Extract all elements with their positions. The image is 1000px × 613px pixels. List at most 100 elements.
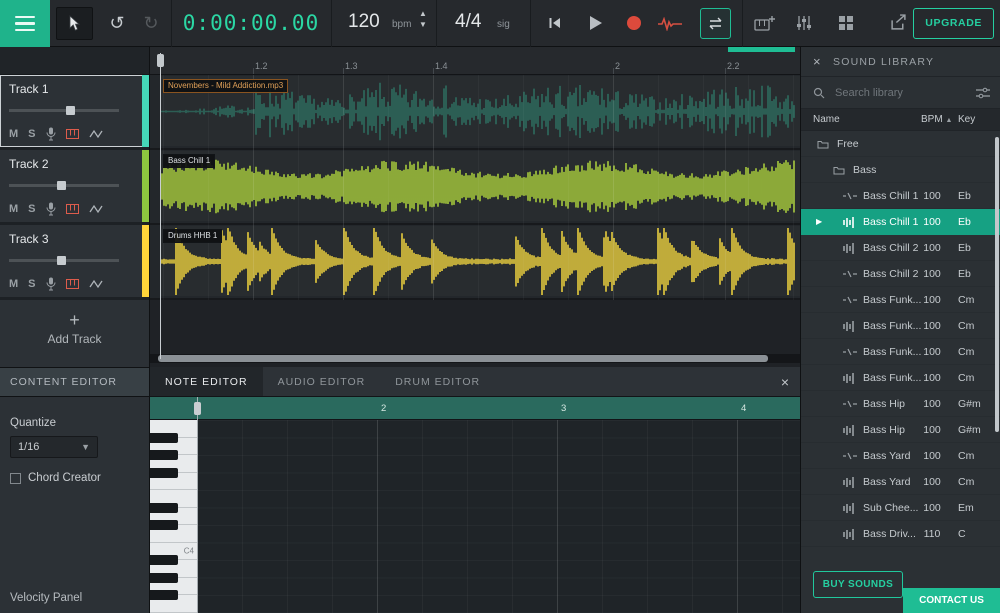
mic-icon[interactable]: [46, 277, 56, 291]
mute-button[interactable]: M: [9, 278, 18, 290]
library-row[interactable]: Bass Hip100G#m: [801, 391, 1000, 417]
automation-icon[interactable]: [89, 279, 103, 289]
library-row[interactable]: Bass Funk...100Cm: [801, 287, 1000, 313]
track-color-strip[interactable]: [142, 150, 149, 222]
library-row[interactable]: Bass Chill 1100Eb: [801, 183, 1000, 209]
piano-key-black[interactable]: [150, 503, 178, 513]
piano-key-black[interactable]: [150, 468, 178, 478]
volume-slider-thumb[interactable]: [66, 106, 75, 115]
tab-audio-editor[interactable]: AUDIO EDITOR: [263, 367, 381, 396]
track-header-1[interactable]: Track 1 M S: [0, 75, 149, 150]
instrument-icon[interactable]: [66, 279, 79, 289]
pads-button[interactable]: [838, 15, 854, 31]
search-input[interactable]: [835, 83, 957, 103]
chord-creator-checkbox[interactable]: Chord Creator: [10, 472, 139, 484]
library-row[interactable]: Bass Chill 2100Eb: [801, 261, 1000, 287]
track-lane[interactable]: Bass Chill 1: [150, 150, 800, 225]
automation-icon[interactable]: [89, 129, 103, 139]
editor-ruler[interactable]: 234: [150, 397, 800, 420]
instrument-icon[interactable]: [66, 204, 79, 214]
library-row[interactable]: Bass Funk...100Cm: [801, 313, 1000, 339]
tab-note-editor[interactable]: NOTE EDITOR: [150, 367, 263, 396]
bpm-decrement-button[interactable]: ▼: [419, 21, 427, 29]
velocity-panel-label[interactable]: Velocity Panel: [10, 592, 82, 604]
upgrade-button[interactable]: UPGRADE: [913, 8, 994, 39]
buy-sounds-button[interactable]: BUY SOUNDS: [813, 571, 903, 598]
track-header-3[interactable]: Track 3 M S: [0, 225, 149, 300]
audio-clip[interactable]: Bass Chill 1: [160, 151, 800, 221]
volume-slider-thumb[interactable]: [57, 256, 66, 265]
audio-clip[interactable]: Novembers - Mild Addiction.mp3: [160, 76, 800, 146]
close-icon[interactable]: ×: [813, 47, 821, 77]
column-name[interactable]: Name: [813, 109, 840, 131]
redo-button[interactable]: ↻: [138, 10, 164, 36]
skip-to-start-button[interactable]: [548, 16, 562, 30]
note-grid[interactable]: [197, 420, 800, 613]
filter-icon[interactable]: [976, 87, 990, 99]
track-lane[interactable]: Novembers - Mild Addiction.mp3: [150, 75, 800, 150]
library-row[interactable]: Bass Yard100Cm: [801, 469, 1000, 495]
column-bpm[interactable]: BPM ▲: [921, 109, 952, 132]
library-row[interactable]: Bass Driv...110C: [801, 521, 1000, 547]
volume-slider[interactable]: [9, 259, 119, 262]
library-row[interactable]: ▶Bass Chill 1100Eb: [801, 209, 1000, 235]
live-waveform-icon[interactable]: [658, 17, 682, 31]
playhead-handle[interactable]: [157, 54, 164, 67]
checkbox-box[interactable]: [10, 473, 21, 484]
volume-slider-thumb[interactable]: [57, 181, 66, 190]
piano-key-black[interactable]: [150, 573, 178, 583]
add-track-button[interactable]: + Add Track: [0, 300, 149, 367]
contact-us-button[interactable]: CONTACT US: [903, 588, 1000, 613]
piano-roll[interactable]: C4: [150, 420, 800, 613]
quantize-select[interactable]: 1/16 ▼: [10, 436, 98, 458]
cursor-tool-button[interactable]: [56, 7, 93, 40]
piano-key-black[interactable]: [150, 450, 178, 460]
editor-playhead-handle[interactable]: [194, 402, 201, 415]
instrument-icon[interactable]: [66, 129, 79, 139]
scrollbar-thumb[interactable]: [158, 355, 768, 362]
bpm-increment-button[interactable]: ▲: [419, 10, 427, 18]
scrollbar-thumb[interactable]: [995, 137, 999, 432]
track-lane[interactable]: Drums HHB 1: [150, 225, 800, 300]
mixer-button[interactable]: [796, 15, 812, 31]
library-row[interactable]: Bass Chill 2100Eb: [801, 235, 1000, 261]
mute-button[interactable]: M: [9, 203, 18, 215]
volume-slider[interactable]: [9, 184, 119, 187]
timeline-ruler[interactable]: 1.21.31.422.2: [150, 47, 800, 75]
piano-key-black[interactable]: [150, 590, 178, 600]
library-row[interactable]: Bass Funk...100Cm: [801, 365, 1000, 391]
loop-region[interactable]: [728, 47, 795, 52]
piano-key-black[interactable]: [150, 433, 178, 443]
track-color-strip[interactable]: [142, 225, 149, 297]
solo-button[interactable]: S: [28, 278, 35, 290]
record-button[interactable]: [626, 15, 642, 31]
library-row[interactable]: Bass Hip100G#m: [801, 417, 1000, 443]
audio-clip[interactable]: Drums HHB 1: [160, 226, 800, 296]
folder-row[interactable]: Free: [801, 131, 1000, 157]
loop-button[interactable]: [700, 8, 731, 39]
library-row[interactable]: Bass Yard100Cm: [801, 443, 1000, 469]
solo-button[interactable]: S: [28, 128, 35, 140]
column-key[interactable]: Key: [958, 109, 975, 131]
folder-row[interactable]: Bass: [801, 157, 1000, 183]
bpm-value[interactable]: 120: [348, 11, 380, 33]
tab-drum-editor[interactable]: DRUM EDITOR: [380, 367, 495, 396]
horizontal-scrollbar[interactable]: [150, 354, 800, 363]
library-row[interactable]: Sub Chee...100Em: [801, 495, 1000, 521]
share-button[interactable]: [890, 14, 907, 31]
menu-button[interactable]: [0, 0, 50, 47]
piano-key-black[interactable]: [150, 555, 178, 565]
volume-slider[interactable]: [9, 109, 119, 112]
undo-button[interactable]: ↺: [104, 10, 130, 36]
mic-icon[interactable]: [46, 202, 56, 216]
track-header-2[interactable]: Track 2 M S: [0, 150, 149, 225]
library-row[interactable]: Bass Funk...100Cm: [801, 339, 1000, 365]
mic-icon[interactable]: [46, 127, 56, 141]
solo-button[interactable]: S: [28, 203, 35, 215]
play-button[interactable]: [588, 15, 603, 31]
piano-key-black[interactable]: [150, 520, 178, 530]
automation-icon[interactable]: [89, 204, 103, 214]
add-instrument-button[interactable]: [754, 15, 775, 32]
close-icon[interactable]: ×: [781, 367, 789, 397]
track-color-strip[interactable]: [142, 75, 149, 147]
